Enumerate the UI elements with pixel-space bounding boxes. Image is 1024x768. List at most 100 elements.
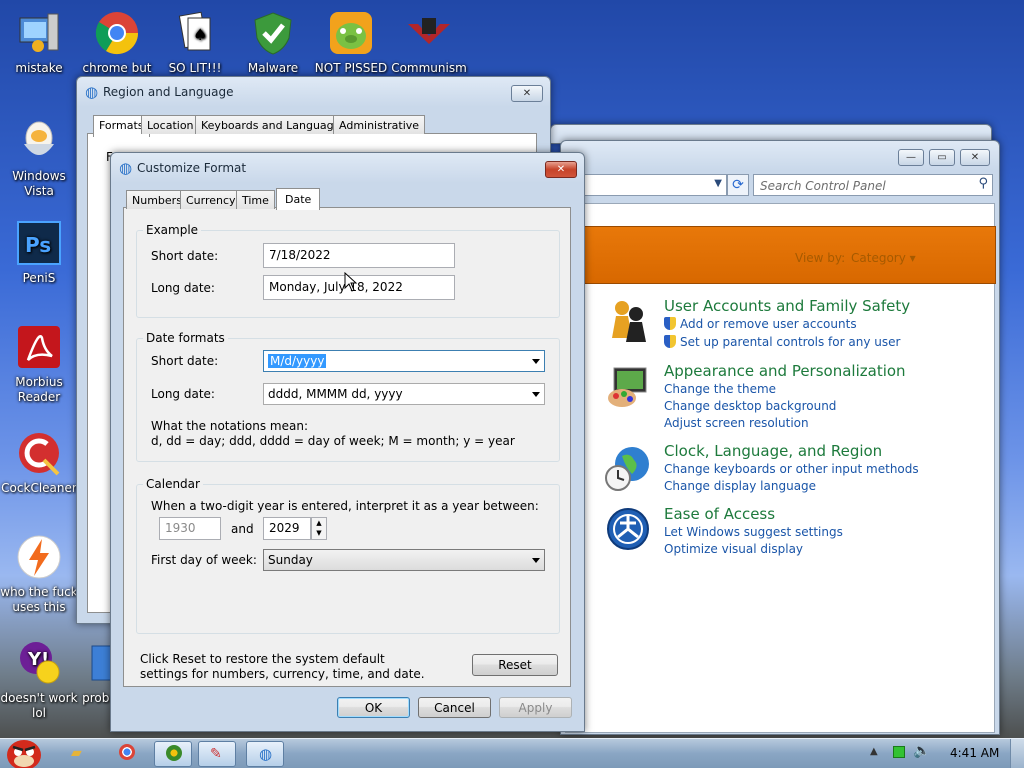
reset-description: Click Reset to restore the system defaul… (140, 652, 425, 681)
show-hidden-icons[interactable]: ▲ (870, 746, 878, 757)
desktop-icon-chrome[interactable]: chrome but (78, 8, 156, 76)
tab-time[interactable]: Time (236, 190, 275, 209)
cancel-button[interactable]: Cancel (418, 697, 491, 718)
notation-text: d, dd = day; ddd, dddd = day of week; M … (151, 434, 515, 448)
desktop-icon-mistake[interactable]: mistake (0, 8, 78, 76)
chrome-icon (119, 744, 135, 760)
taskbar-region-language[interactable]: ◍ (246, 741, 284, 767)
solitaire-icon: ♠ (170, 8, 220, 58)
desktop-icon-morbius-reader[interactable]: Morbius Reader (0, 322, 78, 405)
cp-header-bar: View by: Category ▾ (566, 226, 996, 284)
search-placeholder: Search Control Panel (760, 179, 886, 193)
close-button[interactable]: ✕ (511, 85, 543, 102)
svg-text:♠: ♠ (193, 25, 207, 44)
spin-down-icon[interactable]: ▼ (312, 528, 326, 538)
short-date-format-combo[interactable]: M/d/yyyy (263, 350, 545, 372)
taskbar: ▰ ✎ ◍ ▲ 🔈 4:41 AM (0, 738, 1024, 768)
desktop-icon-label: doesn't work lol (0, 691, 78, 720)
desktop-icon-ccleaner[interactable]: CockCleaner (0, 428, 78, 496)
desktop-icon-label: Morbius Reader (15, 375, 63, 404)
maximize-button[interactable]: ▭ (929, 149, 955, 166)
long-date-label: Long date: (151, 281, 215, 295)
example-short-date: 7/18/2022 (263, 243, 455, 268)
taskbar-explorer[interactable]: ▰ (60, 741, 98, 767)
refresh-icon[interactable]: ⟳ (727, 174, 749, 196)
tab-keyboards-languages[interactable]: Keyboards and Languages (195, 115, 353, 134)
short-date-format-text[interactable]: M/d/yyyy (268, 354, 327, 368)
customize-format-window[interactable]: ◍ Customize Format ✕ Example Short date:… (110, 152, 585, 732)
reset-button[interactable]: Reset (472, 654, 558, 676)
chevron-down-icon[interactable] (532, 359, 540, 364)
link-add-remove-users[interactable]: Add or remove user accounts (664, 317, 857, 331)
taskbar-clock[interactable]: 4:41 AM (950, 746, 999, 760)
view-by-dropdown[interactable]: Category ▾ (851, 251, 916, 265)
chevron-down-icon[interactable] (532, 392, 540, 397)
desktop-icon-label: PeniS (22, 271, 56, 285)
desktop-icon-label: mistake (15, 61, 63, 75)
desktop-icon-communism[interactable]: Communism (390, 8, 468, 76)
category-title-appearance[interactable]: Appearance and Personalization (664, 362, 906, 380)
globe-icon: ◍ (259, 745, 273, 763)
year-spinner[interactable]: ▲ ▼ (311, 517, 327, 540)
year-to-field[interactable]: 2029 (263, 517, 311, 540)
link-optimize-visual[interactable]: Optimize visual display (664, 542, 803, 556)
chevron-down-icon[interactable] (532, 558, 540, 563)
long-date-format-combo[interactable]: dddd, MMMM dd, yyyy (263, 383, 545, 405)
desktop-icon-photoshop[interactable]: Ps PeniS (0, 218, 78, 286)
search-icon[interactable]: ⚲ (978, 176, 988, 191)
first-day-label: First day of week: (151, 553, 257, 567)
ccleaner-icon (14, 428, 64, 478)
network-icon[interactable] (893, 746, 905, 758)
tab-administrative[interactable]: Administrative (333, 115, 426, 134)
notation-title: What the notations mean: (151, 419, 308, 433)
ok-button[interactable]: OK (337, 697, 410, 718)
ease-of-access-icon (606, 507, 650, 551)
desktop-icon-not-pissed[interactable]: NOT PISSED (312, 8, 390, 76)
tab-location[interactable]: Location (141, 115, 200, 134)
taskbar-control-panel[interactable]: ✎ (198, 741, 236, 767)
short-date-label: Short date: (151, 249, 219, 263)
chevron-down-icon[interactable]: ▼ (714, 178, 722, 189)
taskbar-chrome[interactable] (108, 741, 146, 767)
spin-up-icon[interactable]: ▲ (312, 518, 326, 528)
link-screen-resolution[interactable]: Adjust screen resolution (664, 416, 809, 430)
taskbar-media-player[interactable] (154, 741, 192, 767)
tab-currency[interactable]: Currency (180, 190, 242, 209)
apply-button[interactable]: Apply (499, 697, 572, 718)
minimize-button[interactable]: — (898, 149, 924, 166)
folder-icon: ▰ (71, 745, 82, 761)
desktop-icon-windows-vista[interactable]: Windows Vista (0, 116, 78, 199)
address-bar[interactable]: ▼ (565, 174, 727, 196)
category-title-clock-region[interactable]: Clock, Language, and Region (664, 442, 882, 460)
first-day-combo[interactable]: Sunday (263, 549, 545, 571)
two-digit-year-text: When a two-digit year is entered, interp… (151, 499, 539, 513)
clock-globe-icon (604, 444, 649, 491)
close-button[interactable]: ✕ (960, 149, 990, 166)
tab-numbers[interactable]: Numbers (126, 190, 188, 209)
volume-icon[interactable]: 🔈 (913, 743, 930, 759)
category-title-ease-of-access[interactable]: Ease of Access (664, 505, 775, 523)
category-title-user-accounts[interactable]: User Accounts and Family Safety (664, 297, 910, 315)
users-icon (606, 298, 650, 342)
desktop-icon-yahoo[interactable]: Y! doesn't work lol (0, 638, 78, 721)
calendar-group: Calendar When a two-digit year is entere… (136, 477, 560, 634)
start-button[interactable] (4, 733, 44, 768)
desktop-icon-lightning[interactable]: who the fuck uses this (0, 532, 78, 615)
window-title: Customize Format (137, 161, 247, 175)
close-button[interactable]: ✕ (545, 161, 577, 178)
link-parental-controls[interactable]: Set up parental controls for any user (664, 335, 900, 349)
search-box[interactable]: Search Control Panel ⚲ (753, 174, 993, 196)
link-change-keyboards[interactable]: Change keyboards or other input methods (664, 462, 919, 476)
desktop-icon-label: CockCleaner (1, 481, 77, 495)
link-change-theme[interactable]: Change the theme (664, 382, 776, 396)
group-label: Example (143, 223, 202, 237)
link-desktop-background[interactable]: Change desktop background (664, 399, 836, 413)
computer-icon (14, 8, 64, 58)
tab-date[interactable]: Date (276, 188, 321, 210)
control-panel-window[interactable]: — ▭ ✕ ▼ ⟳ Search Control Panel ⚲ View by… (560, 140, 1000, 735)
link-suggest-settings[interactable]: Let Windows suggest settings (664, 525, 843, 539)
desktop-icon-label: NOT PISSED (314, 61, 388, 75)
desktop-icon-malware[interactable]: Malware (234, 8, 312, 76)
link-display-language[interactable]: Change display language (664, 479, 816, 493)
show-desktop-button[interactable] (1010, 739, 1024, 768)
